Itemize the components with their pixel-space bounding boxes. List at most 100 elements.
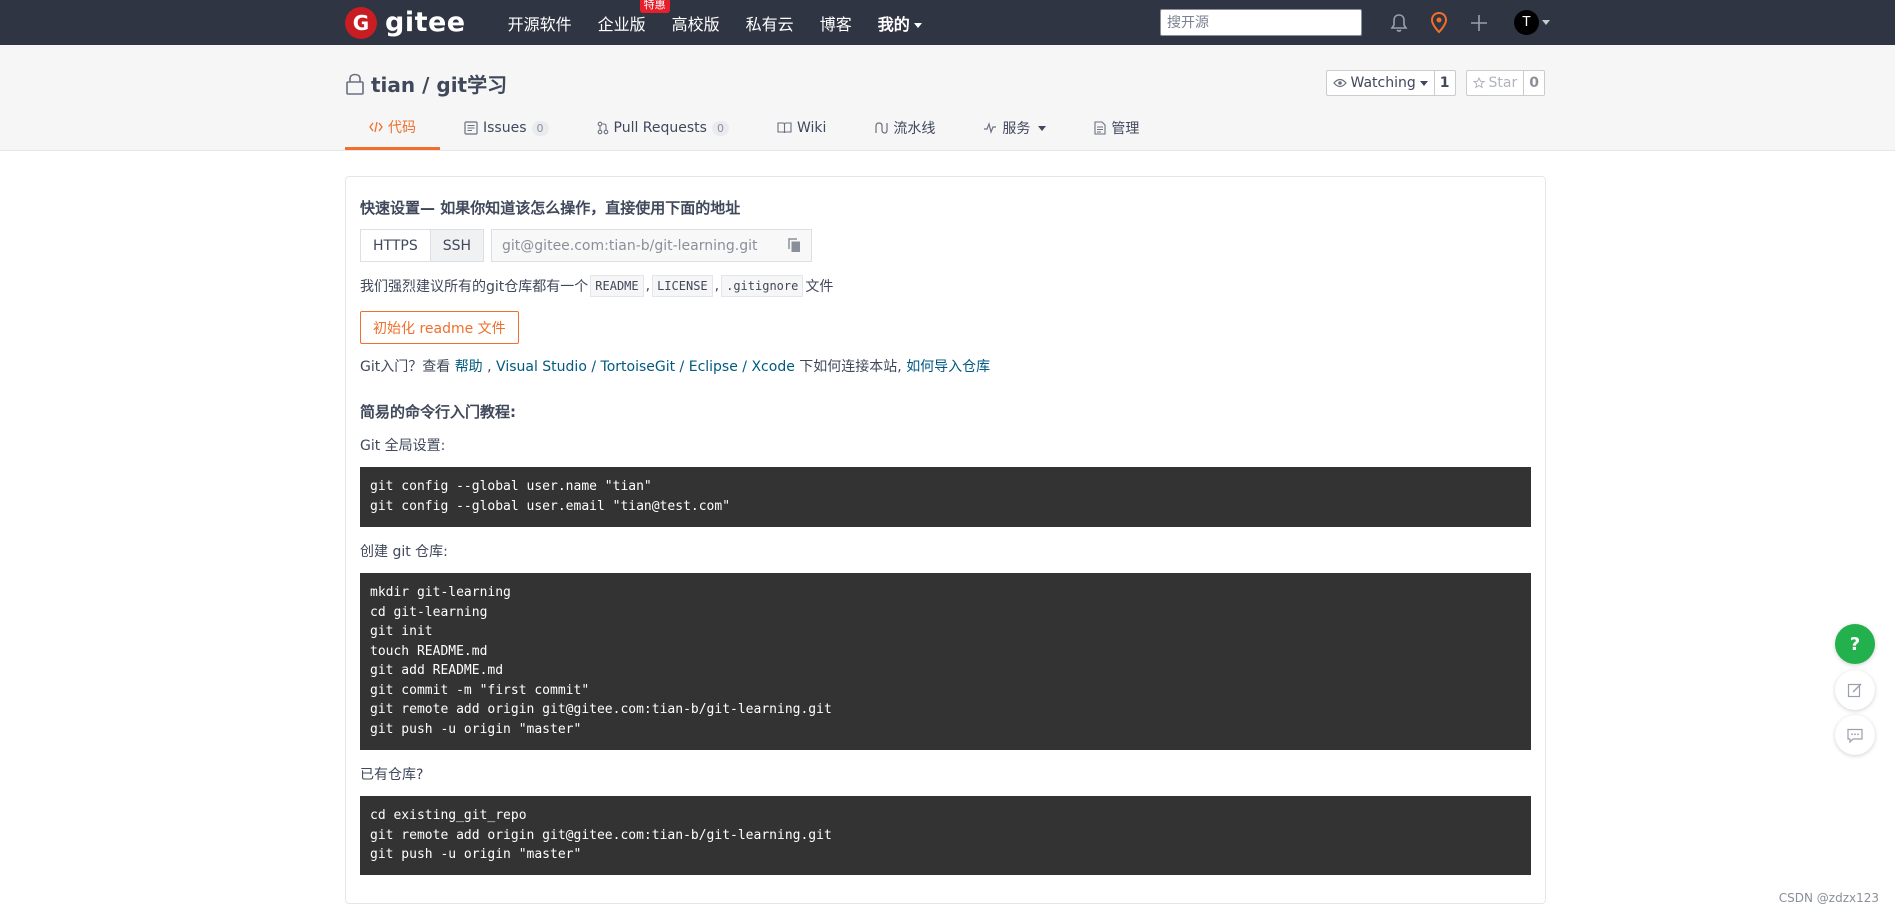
intro-slash: / (586, 359, 601, 375)
help-button[interactable]: ? (1835, 624, 1875, 664)
tab-pipeline[interactable]: 流水线 (850, 106, 959, 150)
recommend-prefix: 我们强烈建议所有的git仓库都有一个 (360, 279, 589, 295)
book-icon (777, 122, 792, 134)
chevron-down-icon (1038, 125, 1047, 131)
issues-count-badge: 0 (531, 120, 549, 136)
gitee-logo[interactable]: G gitee (345, 0, 466, 45)
star-count[interactable]: 0 (1524, 71, 1544, 95)
main-nav: 开源软件 企业版 特惠 高校版 私有云 博客 我的 (508, 0, 948, 45)
avatar[interactable]: T (1514, 10, 1539, 35)
star-icon (1472, 77, 1485, 89)
readme-code: README (590, 275, 644, 297)
star-button[interactable]: Star (1467, 71, 1525, 95)
watch-label: Watching (1350, 75, 1416, 91)
logo-text: gitee (385, 7, 466, 38)
quick-setup-panel: 快速设置— 如果你知道该怎么操作，直接使用下面的地址 HTTPS SSH git… (345, 176, 1546, 904)
tab-pull-requests-label: Pull Requests (613, 120, 707, 136)
bell-icon[interactable] (1388, 12, 1410, 34)
intro-sep: , (482, 359, 497, 375)
pipeline-icon (874, 121, 888, 135)
clone-url-row: HTTPS SSH git@gitee.com:tian-b/git-learn… (360, 229, 813, 262)
eclipse-link[interactable]: Eclipse (689, 359, 738, 375)
nav-private-cloud[interactable]: 私有云 (746, 11, 794, 35)
git-intro-line: Git入门？查看 帮助 , Visual Studio / TortoiseGi… (360, 356, 990, 376)
nav-enterprise-label: 企业版 (597, 14, 646, 34)
existing-repo-label: 已有仓库? (360, 767, 424, 783)
issues-icon (464, 121, 478, 135)
https-button[interactable]: HTTPS (360, 229, 431, 262)
gitee-logo-icon: G (345, 6, 377, 39)
watch-button-group: Watching 1 (1325, 70, 1456, 96)
tab-wiki[interactable]: Wiki (753, 106, 850, 150)
license-code: LICENSE (652, 275, 713, 297)
tab-issues[interactable]: Issues 0 (440, 106, 573, 150)
nav-mine[interactable]: 我的 (878, 11, 922, 35)
feedback-edit-button[interactable] (1835, 670, 1875, 710)
copy-icon[interactable] (788, 238, 801, 257)
project-name-link[interactable]: tian / git学习 (371, 69, 507, 98)
intro-slash: / (737, 359, 752, 375)
nav-enterprise[interactable]: 企业版 特惠 (597, 0, 670, 35)
edit-icon (1847, 683, 1862, 698)
ssh-button[interactable]: SSH (430, 229, 485, 262)
tab-issues-label: Issues (483, 120, 527, 136)
nav-mine-label: 我的 (877, 14, 910, 34)
init-readme-button[interactable]: 初始化 readme 文件 (360, 311, 519, 344)
chevron-down-icon (1419, 80, 1428, 86)
create-repo-code[interactable]: mkdir git-learning cd git-learning git i… (360, 573, 1531, 750)
gitignore-code: .gitignore (721, 275, 804, 297)
project-header: tian / git学习 Watching 1 Star 0 代码 Issues… (0, 45, 1895, 151)
nav-university[interactable]: 高校版 (672, 11, 720, 35)
intro-prefix: Git入门？查看 (360, 359, 455, 375)
xcode-link[interactable]: Xcode (751, 359, 794, 375)
nav-right: T (1160, 0, 1550, 45)
tab-wiki-label: Wiki (796, 120, 827, 136)
tab-pull-requests[interactable]: Pull Requests 0 (573, 106, 753, 150)
plus-icon[interactable] (1468, 12, 1490, 34)
tab-code[interactable]: 代码 (345, 106, 440, 150)
tutorial-title: 简易的命令行入门教程: (360, 403, 516, 421)
chevron-down-icon (913, 22, 922, 28)
nav-open-source[interactable]: 开源软件 (508, 11, 572, 35)
project-actions: Watching 1 Star 0 (1316, 70, 1545, 96)
global-setup-label: Git 全局设置: (360, 438, 446, 454)
tab-services[interactable]: 服务 (959, 106, 1070, 150)
search-input[interactable] (1160, 9, 1362, 36)
import-repo-link[interactable]: 如何导入仓库 (906, 359, 990, 375)
watch-button[interactable]: Watching (1327, 71, 1435, 95)
clone-url-field[interactable]: git@gitee.com:tian-b/git-learning.git (491, 229, 813, 262)
global-setup-code[interactable]: git config --global user.name "tian" git… (360, 467, 1531, 527)
code-icon (369, 121, 383, 133)
watermark: CSDN @zdzx123 (1778, 891, 1879, 905)
lock-icon (345, 73, 365, 95)
create-repo-label: 创建 git 仓库: (360, 544, 448, 560)
tab-services-label: 服务 (1002, 121, 1031, 137)
visual-studio-link[interactable]: Visual Studio (496, 359, 587, 375)
tab-manage-label: 管理 (1111, 121, 1140, 137)
star-button-group: Star 0 (1465, 70, 1545, 96)
watch-count[interactable]: 1 (1435, 71, 1455, 95)
pull-request-icon (597, 121, 609, 135)
chat-button[interactable] (1835, 715, 1875, 755)
repo-tabs: 代码 Issues 0 Pull Requests 0 Wiki 流水线 服务 … (345, 106, 1163, 150)
star-label: Star (1488, 75, 1518, 91)
project-title: tian / git学习 (345, 69, 507, 98)
top-navbar: G gitee 开源软件 企业版 特惠 高校版 私有云 博客 我的 搜开源 T (0, 0, 1895, 45)
nav-blog[interactable]: 博客 (820, 11, 852, 35)
chevron-down-icon[interactable] (1542, 20, 1550, 25)
clone-url-text: git@gitee.com:tian-b/git-learning.git (502, 237, 758, 254)
tortoisegit-link[interactable]: TortoiseGit (601, 359, 676, 375)
help-link[interactable]: 帮助 (455, 359, 483, 375)
recommend-text: 我们强烈建议所有的git仓库都有一个 README, LICENSE, .git… (360, 275, 833, 297)
settings-doc-icon (1094, 121, 1106, 135)
eye-icon (1332, 78, 1347, 88)
intro-slash: / (675, 359, 689, 375)
recommend-suffix: 文件 (805, 279, 834, 295)
intro-mid: 下如何连接本站, (794, 359, 907, 375)
quick-setup-title: 快速设置— 如果你知道该怎么操作，直接使用下面的地址 (360, 199, 741, 217)
promo-badge: 特惠 (639, 0, 670, 13)
tab-manage[interactable]: 管理 (1070, 106, 1163, 150)
pulse-icon (983, 122, 997, 134)
location-pin-icon[interactable] (1428, 11, 1450, 34)
existing-repo-code[interactable]: cd existing_git_repo git remote add orig… (360, 796, 1531, 875)
